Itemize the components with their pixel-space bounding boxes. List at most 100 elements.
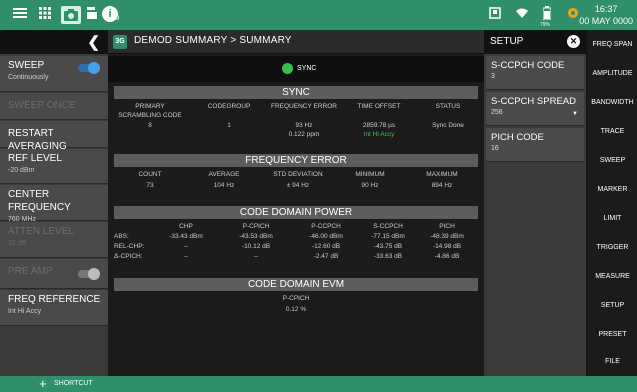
menu-setup[interactable]: SETUP (587, 291, 637, 320)
sync-header: CODEGROUP (207, 103, 251, 110)
menu-limit[interactable]: LIMIT (587, 204, 637, 233)
menu-preset[interactable]: PRESET (587, 320, 637, 349)
cdp-row-label: Δ-CPICH: (114, 253, 143, 260)
sync-header: FREQUENCY ERROR (271, 103, 337, 110)
evm-value: 0.12 % (285, 306, 307, 313)
sync-indicator: SYNC (108, 56, 484, 82)
pre-amp-button[interactable]: PRE AMP (0, 259, 108, 289)
setup-panel: SETUP ✕ S-CCPCH CODE 3 S-CCPCH SPREAD 25… (484, 30, 586, 376)
menu-freq-span[interactable]: FREQ SPAN (587, 30, 637, 59)
s-ccpch-code-button[interactable]: S-CCPCH CODE 3 (486, 56, 584, 90)
s-ccpch-spread-label: S-CCPCH SPREAD (491, 96, 576, 107)
sync-header: PRIMARY SCRAMBLING CODE (118, 103, 182, 119)
cdp-cell: -10.12 dB (241, 243, 271, 250)
cdp-cell: -43.75 dB (373, 243, 403, 250)
cdp-cell: -77.15 dBm (371, 233, 405, 240)
frequency-error-table: COUNT AVERAGE STD DEVIATION MINIMUM MAXI… (114, 167, 478, 191)
menu-amplitude[interactable]: AMPLITUDE (587, 59, 637, 88)
close-icon[interactable]: ✕ (567, 35, 580, 48)
clock-time: 16:37 (594, 4, 618, 14)
frequency-error-section: FREQUENCY ERROR COUNT AVERAGE STD DEVIAT… (114, 154, 478, 191)
cdp-cell: -33.43 dBm (169, 233, 203, 240)
cdp-cell: -33.63 dB (373, 253, 403, 260)
freq-error-value: 894 Hz (431, 182, 453, 189)
code-domain-power-table: CHP P-CPICH P-CCPCH S-CCPCH PICH ABS: -3… (114, 219, 478, 265)
menu-trigger[interactable]: TRIGGER (587, 233, 637, 262)
ref-level-button[interactable]: REF LEVEL -20 dBm (0, 149, 108, 184)
info-count: 9 (116, 16, 120, 22)
sweep-button[interactable]: SWEEP Continuously (0, 56, 108, 92)
cdp-header: S-CCPCH (373, 223, 403, 230)
s-ccpch-spread-dropdown[interactable]: S-CCPCH SPREAD 256 ▼ (486, 92, 584, 126)
hamburger-icon[interactable] (12, 6, 28, 24)
breadcrumb[interactable]: DEMOD SUMMARY > SUMMARY (134, 35, 292, 46)
sync-status-label: SYNC (297, 65, 317, 72)
code-domain-evm-title: CODE DOMAIN EVM (114, 278, 478, 291)
cdp-cell: -- (253, 253, 259, 260)
menu-marker[interactable]: MARKER (587, 175, 637, 204)
left-panel-header: ❮ (0, 30, 108, 54)
clock: 16:37 00 MAY 0000 (579, 3, 633, 27)
freq-reference-value: Int Hi Accy (8, 308, 42, 315)
sync-value: 2859.78 µs (362, 122, 396, 129)
wifi-icon (514, 6, 530, 24)
sync-status-icon (282, 63, 293, 74)
atten-level-button[interactable]: ATTEN LEVEL 15 dB (0, 222, 108, 258)
s-ccpch-code-value: 3 (491, 73, 495, 80)
shortcut-button[interactable]: SHORTCUT (54, 376, 93, 392)
cdp-header: P-CCPCH (311, 223, 341, 230)
freq-error-header: MINIMUM (355, 171, 385, 178)
chevron-left-icon[interactable]: ❮ (87, 33, 100, 51)
menu-file[interactable]: FILE (587, 347, 637, 376)
center-frequency-label: CENTER FREQUENCY (8, 189, 71, 213)
battery-percent: 79% (540, 22, 551, 28)
center-frequency-button[interactable]: CENTER FREQUENCY 760 MHz (0, 185, 108, 223)
pre-amp-toggle[interactable] (78, 268, 100, 280)
code-domain-power-section: CODE DOMAIN POWER CHP P-CPICH P-CCPCH S-… (114, 206, 478, 265)
sync-header: TIME OFFSET (357, 103, 401, 110)
camera-icon[interactable] (61, 6, 81, 24)
cdp-header: CHP (179, 223, 193, 230)
freq-error-header: COUNT (138, 171, 162, 178)
plus-icon[interactable]: + (39, 376, 47, 392)
cdp-header: PICH (439, 223, 455, 230)
sync-sub-value: Int Hi Accy (363, 131, 395, 138)
app-logo-icon: 3G (113, 35, 127, 49)
freq-error-header: STD DEVIATION (273, 171, 323, 178)
code-domain-power-title: CODE DOMAIN POWER (114, 206, 478, 219)
setup-header: SETUP ✕ (484, 30, 586, 54)
sweep-once-button[interactable]: SWEEP ONCE (0, 93, 108, 120)
sync-header: STATUS (435, 103, 461, 110)
menu-sweep[interactable]: SWEEP (587, 146, 637, 175)
right-menu: FREQ SPAN AMPLITUDE BANDWIDTH TRACE SWEE… (586, 30, 637, 376)
s-ccpch-code-label: S-CCPCH CODE (491, 60, 565, 71)
menu-measure[interactable]: MEASURE (587, 262, 637, 291)
cdp-cell: -43.53 dBm (239, 233, 273, 240)
cdp-cell: -14.98 dB (432, 243, 462, 250)
code-domain-evm-table: P-CPICH 0.12 % (114, 291, 478, 315)
sync-section: SYNC PRIMARY SCRAMBLING CODE CODEGROUP F… (114, 86, 478, 141)
sweep-once-label: SWEEP ONCE (8, 100, 76, 111)
s-ccpch-spread-value: 256 (491, 109, 503, 116)
menu-trace[interactable]: TRACE (587, 117, 637, 146)
clock-date: 00 MAY 0000 (579, 16, 633, 26)
sweep-toggle[interactable] (78, 62, 100, 74)
left-panel: ❮ SWEEP Continuously SWEEP ONCE RESTART … (0, 30, 108, 376)
grid-icon[interactable] (37, 6, 53, 24)
restart-averaging-button[interactable]: RESTART AVERAGING (0, 121, 108, 152)
sync-value: 1 (227, 122, 231, 129)
freq-error-value: 90 Hz (361, 182, 379, 189)
dropdown-arrow-icon: ▼ (572, 111, 578, 117)
atten-level-label: ATTEN LEVEL (8, 226, 74, 237)
save-icon[interactable] (86, 6, 98, 24)
bottom-bar: + SHORTCUT (0, 376, 637, 392)
evm-header: P-CPICH (282, 295, 310, 302)
freq-reference-button[interactable]: FREQ REFERENCE Int Hi Accy (0, 290, 108, 326)
menu-bandwidth[interactable]: BANDWIDTH (587, 88, 637, 117)
pich-code-button[interactable]: PICH CODE 16 (486, 128, 584, 162)
cdp-cell: -12.60 dB (311, 243, 341, 250)
main-header: 3G DEMOD SUMMARY > SUMMARY (108, 30, 484, 54)
cdp-cell: -2.47 dB (313, 253, 339, 260)
sync-sub-value: 0.122 ppm (288, 131, 320, 138)
freq-error-value: 104 Hz (213, 182, 235, 189)
